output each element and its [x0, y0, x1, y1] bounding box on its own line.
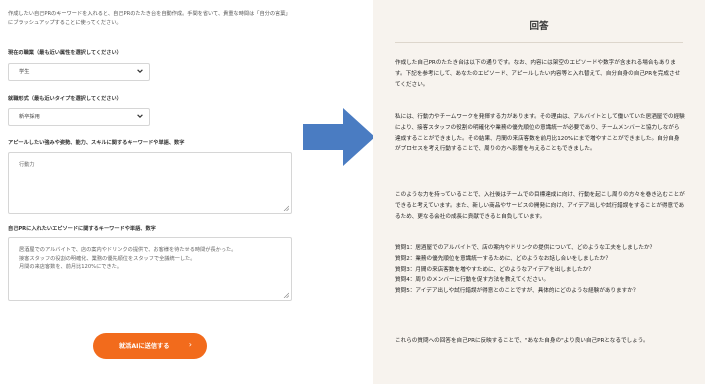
submit-button[interactable]: 就活AIに送信する › — [93, 333, 207, 359]
job-label: 現在の職業（最も近い属性を選択してください） — [8, 50, 122, 56]
appeal-label: アピールしたい強みや姿勢、能力、スキルに関するキーワードや単語、数字 — [8, 140, 185, 146]
chevron-right-icon: › — [188, 340, 192, 349]
job-select[interactable]: 学生 — [8, 63, 150, 81]
right-arrow-icon — [303, 108, 375, 166]
answer-paragraph-future: このような力を持っていることで、入社後はチームでの目標達成に向け、行動を起こし周… — [395, 192, 685, 220]
submit-button-label: 就活AIに送信する — [119, 343, 170, 350]
answer-title: 回答 — [529, 21, 549, 32]
title-divider — [395, 42, 683, 43]
answer-paragraph-pr: 私には、行動力やチームワークを発揮する力があります。その理由は、アルバイトとして… — [395, 114, 685, 153]
chevron-down-icon — [137, 69, 143, 74]
question-item: 質問2：業務の優先順位を意識統一するために、どのようなお話し合いをしましたか？ — [395, 255, 611, 262]
question-item: 質問3：月間の来店客数を増やすために、どのようなアイデアを出しましたか？ — [395, 266, 594, 273]
question-item: 質問5：アイデア出しや試行錯誤が得意とのことですが、具体的にどのような経験があり… — [395, 288, 639, 295]
answer-paragraph-intro: 作成した自己PRのたたき台は以下の通りです。なお、内容には架空のエピソードや数字… — [395, 60, 681, 88]
resize-grip-icon[interactable] — [283, 205, 289, 211]
pr-form: 作成したい自己PRのキーワードを入れると、自己PRのたたき台を自動作成。手間を省… — [0, 0, 300, 384]
employment-select[interactable]: 新卒採用 — [8, 108, 150, 126]
resize-grip-icon[interactable] — [283, 292, 289, 298]
episode-textarea-value: 居酒屋でのアルバイトで、店の案内やドリンクの提供で、お客様を待たせる時間が長かっ… — [19, 247, 237, 271]
episode-label: 自己PRに入れたいエピソードに関するキーワードや単語、数字 — [8, 226, 156, 232]
chevron-down-icon — [137, 114, 143, 119]
question-list: 質問1：居酒屋でのアルバイトで、店の案内やドリンクの提供について、どのような工夫… — [395, 243, 685, 297]
question-item: 質問1：居酒屋でのアルバイトで、店の案内やドリンクの提供について、どのような工夫… — [395, 245, 656, 251]
appeal-textarea-value: 行動力 — [19, 162, 35, 168]
episode-textarea[interactable]: 居酒屋でのアルバイトで、店の案内やドリンクの提供で、お客様を待たせる時間が長かっ… — [8, 237, 292, 301]
form-intro: 作成したい自己PRのキーワードを入れると、自己PRのたたき台を自動作成。手間を省… — [8, 11, 291, 26]
answer-closing: これらの質問への回答を自己PRに反映することで、"あなた自身の"より良い自己PR… — [395, 338, 649, 344]
appeal-textarea[interactable]: 行動力 — [8, 152, 292, 214]
job-select-value: 学生 — [19, 69, 30, 75]
employment-select-value: 新卒採用 — [19, 114, 40, 120]
employment-label: 就職形式（最も近いタイプを選択してください） — [8, 96, 122, 102]
question-item: 質問4：周りのメンバーに行動を促す方法を教えてください。 — [395, 277, 550, 284]
answer-panel: 回答 作成した自己PRのたたき台は以下の通りです。なお、内容には架空のエピソード… — [373, 0, 705, 384]
